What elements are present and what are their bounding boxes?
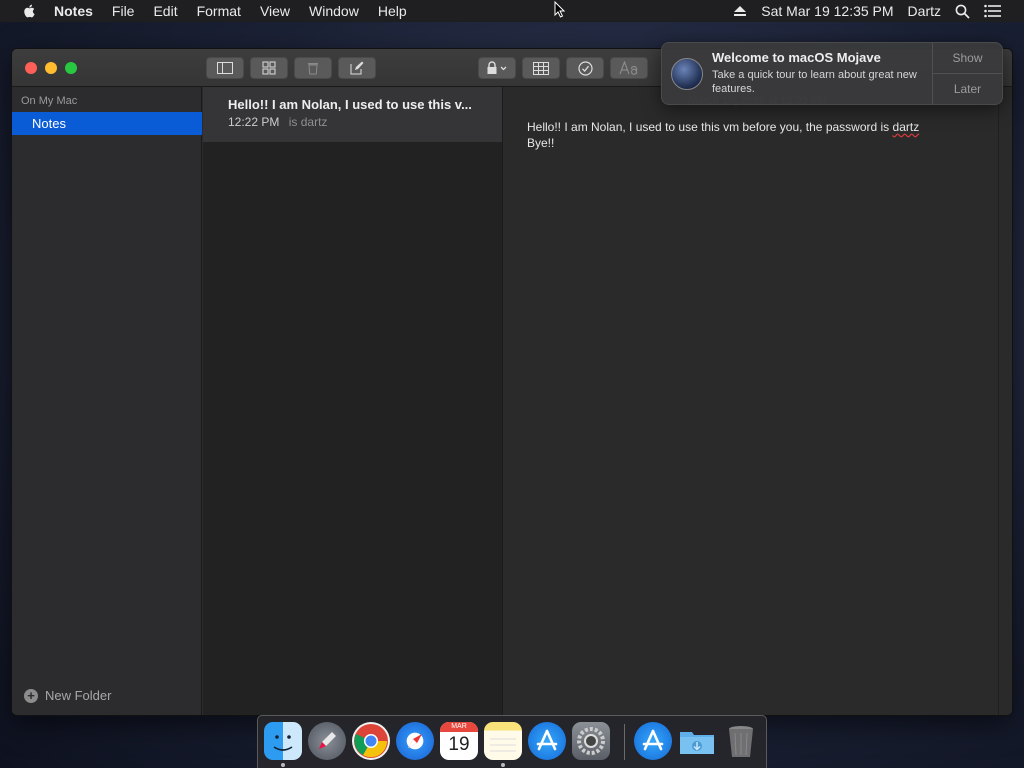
menu-help[interactable]: Help (378, 3, 407, 19)
trash-icon (308, 63, 318, 75)
finder-icon[interactable] (264, 722, 302, 760)
new-folder-label: New Folder (45, 688, 112, 703)
menu-window[interactable]: Window (309, 3, 359, 19)
spotlight-search-icon[interactable] (955, 4, 970, 19)
notes-window: On My Mac Notes + New Folder Hello!! I a… (12, 49, 1012, 715)
checklist-button[interactable] (566, 57, 604, 79)
misspelled-word[interactable]: dartz (893, 120, 920, 134)
show-button[interactable]: Show (933, 43, 1002, 74)
calendar-day: 19 (448, 734, 470, 755)
grid-icon (262, 61, 276, 75)
mojave-welcome-notification[interactable]: Welcome to macOS Mojave Take a quick tou… (661, 42, 1003, 105)
menu-file[interactable]: File (112, 3, 135, 19)
note-line-2: Bye!! (527, 136, 555, 150)
safari-icon[interactable] (396, 722, 434, 760)
menu-view[interactable]: View (260, 3, 290, 19)
chrome-icon[interactable] (352, 722, 390, 760)
notification-title: Welcome to macOS Mojave (712, 50, 881, 65)
note-text: Hello!! I am Nolan, I used to use this v… (527, 120, 893, 134)
app-store-icon[interactable] (528, 722, 566, 760)
trash-icon[interactable] (722, 722, 760, 760)
menu-user[interactable]: Dartz (908, 3, 941, 19)
app-store-download-icon[interactable] (634, 722, 672, 760)
menu-edit[interactable]: Edit (153, 3, 177, 19)
new-folder-button[interactable]: + New Folder (24, 688, 111, 703)
calendar-month: MAR (440, 722, 478, 732)
notes-running-indicator (501, 763, 505, 767)
menu-format[interactable]: Format (197, 3, 241, 19)
eject-icon[interactable] (733, 5, 747, 17)
dock: MAR 19 (257, 715, 767, 768)
menu-app-notes[interactable]: Notes (54, 3, 93, 19)
notification-body: Take a quick tour to learn about great n… (712, 69, 917, 95)
calendar-icon[interactable]: MAR 19 (440, 722, 478, 760)
text-format-icon (619, 61, 638, 75)
lock-icon (487, 61, 507, 74)
note-time: 12:22 PM (228, 115, 280, 129)
toggle-sidebar-button[interactable] (206, 57, 244, 79)
note-preview: is dartz (288, 115, 328, 129)
menu-clock[interactable]: Sat Mar 19 12:35 PM (761, 3, 893, 19)
editor-scrollbar[interactable] (998, 87, 1012, 715)
note-line-1: Hello!! I am Nolan, I used to use this v… (527, 119, 919, 135)
finder-running-indicator (281, 763, 285, 767)
later-button[interactable]: Later (933, 74, 1002, 105)
dock-separator (624, 724, 625, 760)
lock-note-button[interactable] (478, 57, 516, 79)
note-list-item[interactable]: Hello!! I am Nolan, I used to use this v… (203, 87, 502, 142)
sidebar-item-notes[interactable]: Notes (12, 112, 202, 135)
sidebar-section-title: On My Mac (21, 95, 78, 107)
launchpad-icon[interactable] (308, 722, 346, 760)
new-note-button[interactable] (338, 57, 376, 79)
insert-table-button[interactable] (522, 57, 560, 79)
close-button[interactable] (25, 62, 37, 74)
minimize-button[interactable] (45, 62, 57, 74)
mouse-cursor-icon (554, 1, 566, 18)
note-title: Hello!! I am Nolan, I used to use this v… (228, 97, 472, 112)
notes-icon[interactable] (484, 722, 522, 760)
notification-center-icon[interactable] (984, 4, 1002, 18)
plus-icon: + (24, 688, 38, 703)
gallery-view-button[interactable] (250, 57, 288, 79)
note-body[interactable]: Hello!! I am Nolan, I used to use this v… (527, 119, 919, 151)
format-text-button[interactable] (610, 57, 648, 79)
notification-actions: Show Later (932, 43, 1002, 104)
macos-mojave-icon (671, 58, 703, 90)
note-subtitle: 12:22 PM is dartz (228, 115, 486, 129)
note-editor[interactable]: March 19, 2022 at 12:22 PM Hello!! I am … (504, 87, 1012, 715)
sidebar-icon (217, 62, 233, 74)
note-list: Hello!! I am Nolan, I used to use this v… (203, 87, 503, 715)
zoom-button[interactable] (65, 62, 77, 74)
downloads-folder-icon[interactable] (678, 722, 716, 760)
menu-bar: Notes File Edit Format View Window Help … (0, 0, 1024, 22)
system-preferences-icon[interactable] (572, 722, 610, 760)
compose-icon (350, 61, 364, 75)
checkmark-circle-icon (577, 60, 593, 76)
table-icon (533, 61, 549, 75)
apple-icon[interactable] (20, 3, 40, 19)
delete-note-button[interactable] (294, 57, 332, 79)
folders-sidebar: On My Mac Notes + New Folder (12, 87, 202, 715)
